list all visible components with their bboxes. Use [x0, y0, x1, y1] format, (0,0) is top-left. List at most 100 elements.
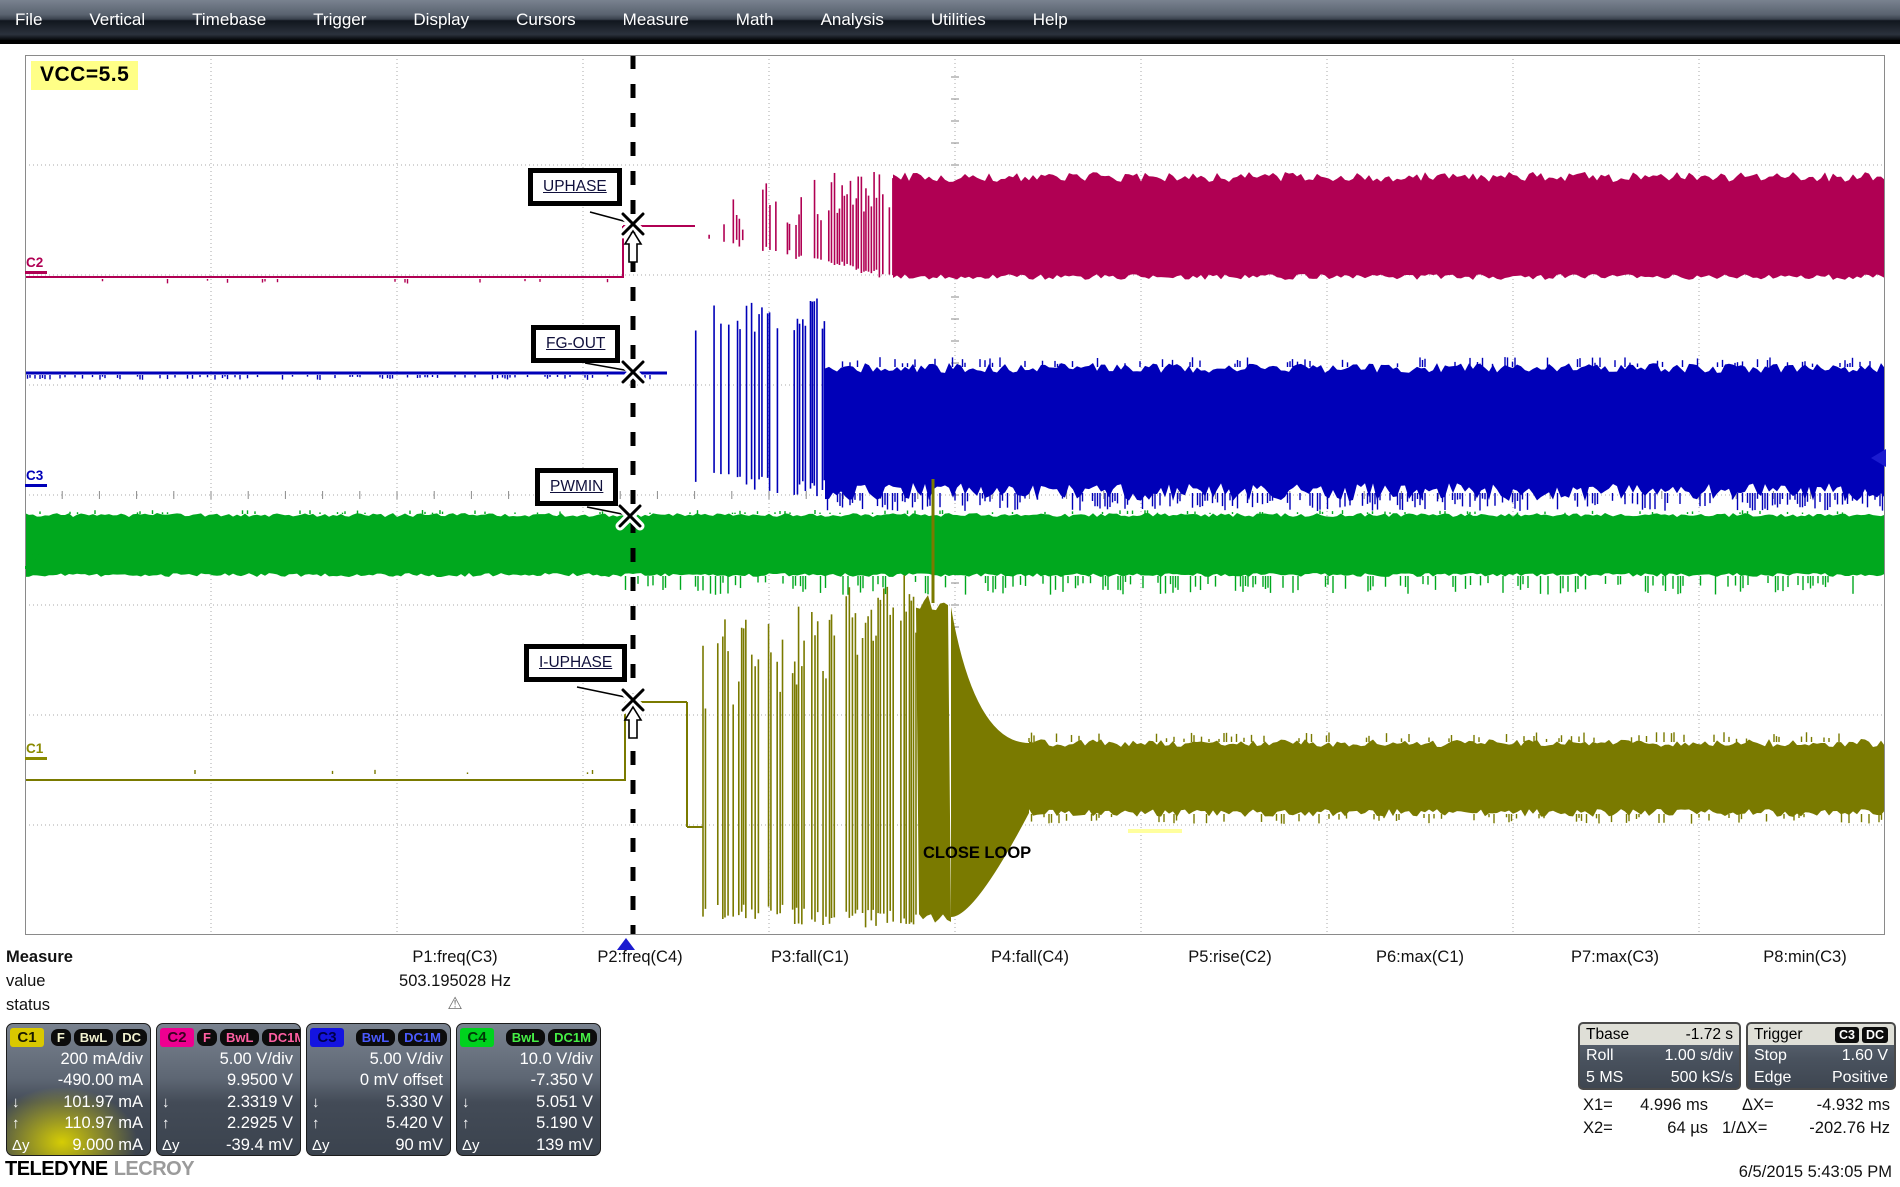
trace-label-pwmin[interactable]: PWMIN: [535, 468, 618, 506]
warning-icon: ⚠: [365, 994, 545, 1014]
cursor-dx-value: -4.932 ms: [1786, 1096, 1890, 1115]
tbrows-row: Roll1.00 s/div: [1580, 1045, 1739, 1067]
channel-c1-max: ↑110.97 mA: [7, 1113, 150, 1134]
channel-chip-c2: C2: [160, 1028, 194, 1047]
channel-c1-min: ↓101.97 mA: [7, 1092, 150, 1113]
measure-column-p1[interactable]: P1:freq(C3) 503.195028 Hz ⚠: [365, 948, 545, 1014]
measure-label: P8:min(C3): [1715, 948, 1895, 967]
teledyne-lecroy-logo: TELEDYNE LECROY: [5, 1158, 194, 1181]
channel-marker-c1[interactable]: C1: [25, 742, 47, 760]
measure-label: P3:fall(C1): [720, 948, 900, 967]
channel-c4-scale: 10.0 V/div: [457, 1049, 600, 1070]
measure-row-status: status: [6, 996, 50, 1015]
channel-c3-min: ↓5.330 V: [307, 1092, 450, 1113]
timebase-panel[interactable]: Tbase -1.72 s Roll1.00 s/div5 MS500 kS/s: [1578, 1022, 1741, 1090]
cursor-dx-label: ΔX=: [1742, 1096, 1774, 1115]
menu-trigger[interactable]: Trigger: [313, 10, 366, 30]
badge-bwl: BwL: [356, 1029, 395, 1046]
datetime: 6/5/2015 5:43:05 PM: [1739, 1163, 1892, 1182]
badge-f: F: [51, 1029, 71, 1046]
measure-label: P6:max(C1): [1330, 948, 1510, 967]
channel-c2-scale: 5.00 V/div: [157, 1049, 300, 1070]
trace-label-uphase[interactable]: UPHASE: [528, 168, 622, 206]
measure-column-p5[interactable]: P5:rise(C2): [1140, 948, 1320, 967]
badge-dc1m: DC1M: [262, 1029, 301, 1046]
channel-c1-dy: Δy9.000 mA: [7, 1135, 150, 1156]
channel-box-c1[interactable]: C1 FBwLDC 200 mA/div-490.00 mA↓101.97 mA↑1…: [6, 1023, 151, 1156]
cursor-x2-value: 64 µs: [1608, 1119, 1708, 1138]
trrows-row: Stop1.60 V: [1748, 1045, 1894, 1067]
vcc-annotation: VCC=5.5: [31, 61, 138, 90]
badge-dc1m: DC1M: [548, 1029, 597, 1046]
measure-column-p4[interactable]: P4:fall(C4): [940, 948, 1120, 967]
badge-f: F: [197, 1029, 217, 1046]
measure-label: P4:fall(C4): [940, 948, 1120, 967]
channel-box-c4[interactable]: C4BwLDC1M10.0 V/div-7.350 V↓5.051 V↑5.19…: [456, 1023, 601, 1156]
badge-dc1m: DC1M: [398, 1029, 447, 1046]
timebase-offset: -1.72 s: [1686, 1026, 1733, 1044]
channel-c1-scale: 200 mA/div: [7, 1049, 150, 1070]
menu-analysis[interactable]: Analysis: [821, 10, 884, 30]
trace-label-iuphase[interactable]: I-UPHASE: [524, 644, 627, 682]
channel-box-c3[interactable]: C3BwLDC1M5.00 V/div0 mV offset↓5.330 V↑5…: [306, 1023, 451, 1156]
scope-traces: [25, 55, 1885, 935]
menu-display[interactable]: Display: [413, 10, 469, 30]
menu-vertical[interactable]: Vertical: [89, 10, 145, 30]
measure-column-p7[interactable]: P7:max(C3): [1525, 948, 1705, 967]
channel-c2-max: ↑2.2925 V: [157, 1113, 300, 1134]
menu-bar: File Vertical Timebase Trigger Display Cursor…: [0, 0, 1900, 44]
badge-dc: DC: [116, 1029, 147, 1046]
channel-c4-max: ↑5.190 V: [457, 1113, 600, 1134]
brand-secondary: LECROY: [114, 1158, 194, 1180]
channel-c2-dy: Δy-39.4 mV: [157, 1135, 300, 1156]
close-loop-annotation: CLOSE LOOP: [923, 844, 1031, 863]
measure-column-p2[interactable]: P2:freq(C4): [550, 948, 730, 967]
measure-label: P7:max(C3): [1525, 948, 1705, 967]
channel-c4-offset: -7.350 V: [457, 1070, 600, 1091]
trigger-chip-dc: DC: [1862, 1027, 1888, 1043]
trigger-level-marker[interactable]: [1871, 449, 1886, 467]
menu-utilities[interactable]: Utilities: [931, 10, 986, 30]
measure-column-p6[interactable]: P6:max(C1): [1330, 948, 1510, 967]
measure-row-title: Measure: [6, 948, 73, 967]
menu-cursors[interactable]: Cursors: [516, 10, 576, 30]
cursor-invdx-value: -202.76 Hz: [1786, 1119, 1890, 1138]
measure-label: P2:freq(C4): [550, 948, 730, 967]
trigger-panel[interactable]: Trigger C3DC Stop1.60 VEdgePositive: [1746, 1022, 1896, 1090]
trigger-chip-c3: C3: [1835, 1027, 1859, 1043]
channel-marker-c2[interactable]: C2: [25, 256, 47, 274]
trigger-title: Trigger: [1754, 1026, 1803, 1044]
channel-c3-offset: 0 mV offset: [307, 1070, 450, 1091]
measure-label: P1:freq(C3): [365, 948, 545, 967]
measure-value: 503.195028 Hz: [365, 972, 545, 991]
channel-c2-offset: 9.9500 V: [157, 1070, 300, 1091]
measure-column-p3[interactable]: P3:fall(C1): [720, 948, 900, 967]
menu-file[interactable]: File: [15, 10, 42, 30]
badge-bwl: BwL: [74, 1029, 113, 1046]
channel-c1-offset: -490.00 mA: [7, 1070, 150, 1091]
channel-c4-dy: Δy139 mV: [457, 1135, 600, 1156]
measure-column-p8[interactable]: P8:min(C3): [1715, 948, 1895, 967]
channel-c3-scale: 5.00 V/div: [307, 1049, 450, 1070]
measure-label: P5:rise(C2): [1140, 948, 1320, 967]
channel-chip-c1: C1: [10, 1028, 44, 1047]
trrows-row: EdgePositive: [1748, 1067, 1894, 1089]
channel-box-c2[interactable]: C2FBwLDC1M5.00 V/div9.9500 V↓2.3319 V↑2.…: [156, 1023, 301, 1156]
menu-help[interactable]: Help: [1033, 10, 1068, 30]
menu-timebase[interactable]: Timebase: [192, 10, 266, 30]
cursor-invdx-label: 1/ΔX=: [1722, 1119, 1767, 1138]
cursor-x1-value: 4.996 ms: [1608, 1096, 1708, 1115]
timebase-title: Tbase: [1586, 1026, 1629, 1044]
channel-c3-dy: Δy90 mV: [307, 1135, 450, 1156]
channel-c2-min: ↓2.3319 V: [157, 1092, 300, 1113]
channel-chip-c4: C4: [460, 1028, 494, 1047]
channel-marker-c4[interactable]: C4: [25, 551, 47, 569]
trace-label-fgout[interactable]: FG-OUT: [531, 325, 620, 363]
measure-row-value: value: [6, 972, 45, 991]
channel-marker-c3[interactable]: C3: [25, 469, 47, 487]
menu-measure[interactable]: Measure: [623, 10, 689, 30]
brand-primary: TELEDYNE: [5, 1158, 108, 1180]
channel-c4-min: ↓5.051 V: [457, 1092, 600, 1113]
menu-math[interactable]: Math: [736, 10, 774, 30]
channel-chip-c3: C3: [310, 1028, 344, 1047]
